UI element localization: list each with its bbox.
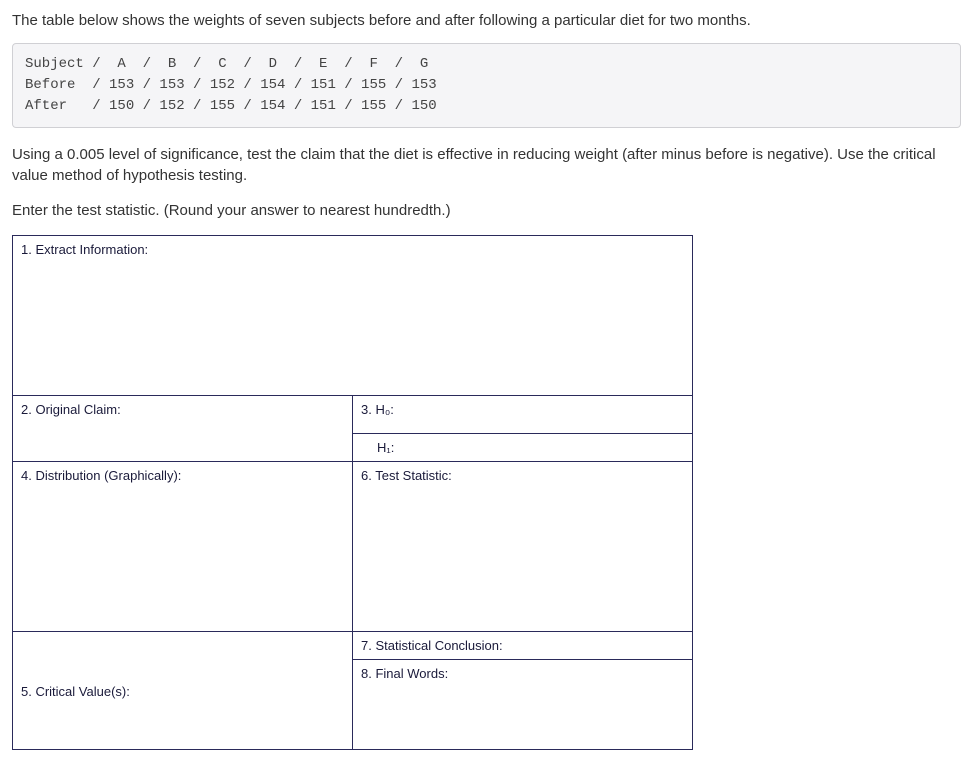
data-row-after: After / 150 / 152 / 155 / 154 / 151 / 15… — [25, 98, 437, 114]
cell-statistical-conclusion: 7. Statistical Conclusion: — [353, 632, 693, 660]
label-extract: 1. Extract Information: — [21, 242, 148, 257]
instructions-paragraph-2: Enter the test statistic. (Round your an… — [12, 200, 961, 221]
cell-original-claim: 2. Original Claim: — [13, 396, 353, 462]
data-row-subject: Subject / A / B / C / D / E / F / G — [25, 56, 428, 72]
label-h0: 3. H₀: — [361, 402, 394, 417]
label-test-stat: 6. Test Statistic: — [361, 468, 452, 483]
cell-final-words: 8. Final Words: — [353, 660, 693, 750]
cell-h1: H₁: — [353, 434, 693, 462]
cell-extract-information: 1. Extract Information: — [13, 236, 693, 396]
label-critical: 5. Critical Value(s): — [21, 684, 130, 699]
label-conclusion: 7. Statistical Conclusion: — [361, 638, 503, 653]
label-h1: H₁: — [377, 440, 394, 455]
intro-text: The table below shows the weights of sev… — [12, 12, 961, 29]
cell-distribution: 4. Distribution (Graphically): — [13, 462, 353, 632]
data-row-before: Before / 153 / 153 / 152 / 154 / 151 / 1… — [25, 77, 437, 93]
label-final: 8. Final Words: — [361, 666, 448, 681]
label-claim: 2. Original Claim: — [21, 402, 121, 417]
cell-critical-values: 5. Critical Value(s): — [13, 632, 353, 750]
data-table: Subject / A / B / C / D / E / F / G Befo… — [12, 43, 961, 128]
cell-h0: 3. H₀: — [353, 396, 693, 434]
worksheet-table: 1. Extract Information: 2. Original Clai… — [12, 235, 693, 750]
label-distribution: 4. Distribution (Graphically): — [21, 468, 181, 483]
cell-test-statistic: 6. Test Statistic: — [353, 462, 693, 632]
instructions-paragraph-1: Using a 0.005 level of significance, tes… — [12, 144, 961, 186]
